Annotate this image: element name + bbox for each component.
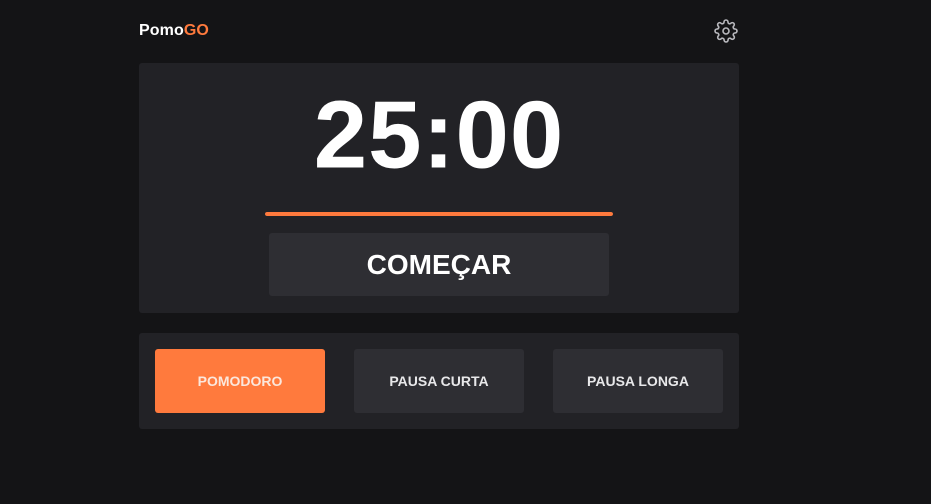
timer-progress-bar xyxy=(265,212,613,216)
app-logo: PomoGO xyxy=(139,22,209,40)
timer-card: 25:00 COMEÇAR xyxy=(139,63,739,313)
app-header: PomoGO xyxy=(139,18,739,46)
mode-long-break-button[interactable]: PAUSA LONGA xyxy=(553,349,723,413)
mode-short-break-button[interactable]: PAUSA CURTA xyxy=(354,349,524,413)
gear-icon[interactable] xyxy=(714,19,738,43)
mode-pomodoro-button[interactable]: POMODORO xyxy=(155,349,325,413)
start-button[interactable]: COMEÇAR xyxy=(269,233,609,296)
timer-progress-fill xyxy=(265,212,613,216)
timer-display: 25:00 xyxy=(313,81,565,189)
mode-selector: POMODORO PAUSA CURTA PAUSA LONGA xyxy=(139,333,739,429)
logo-suffix: GO xyxy=(183,22,209,39)
settings-button[interactable] xyxy=(713,18,739,44)
logo-prefix: Pomo xyxy=(139,22,184,39)
